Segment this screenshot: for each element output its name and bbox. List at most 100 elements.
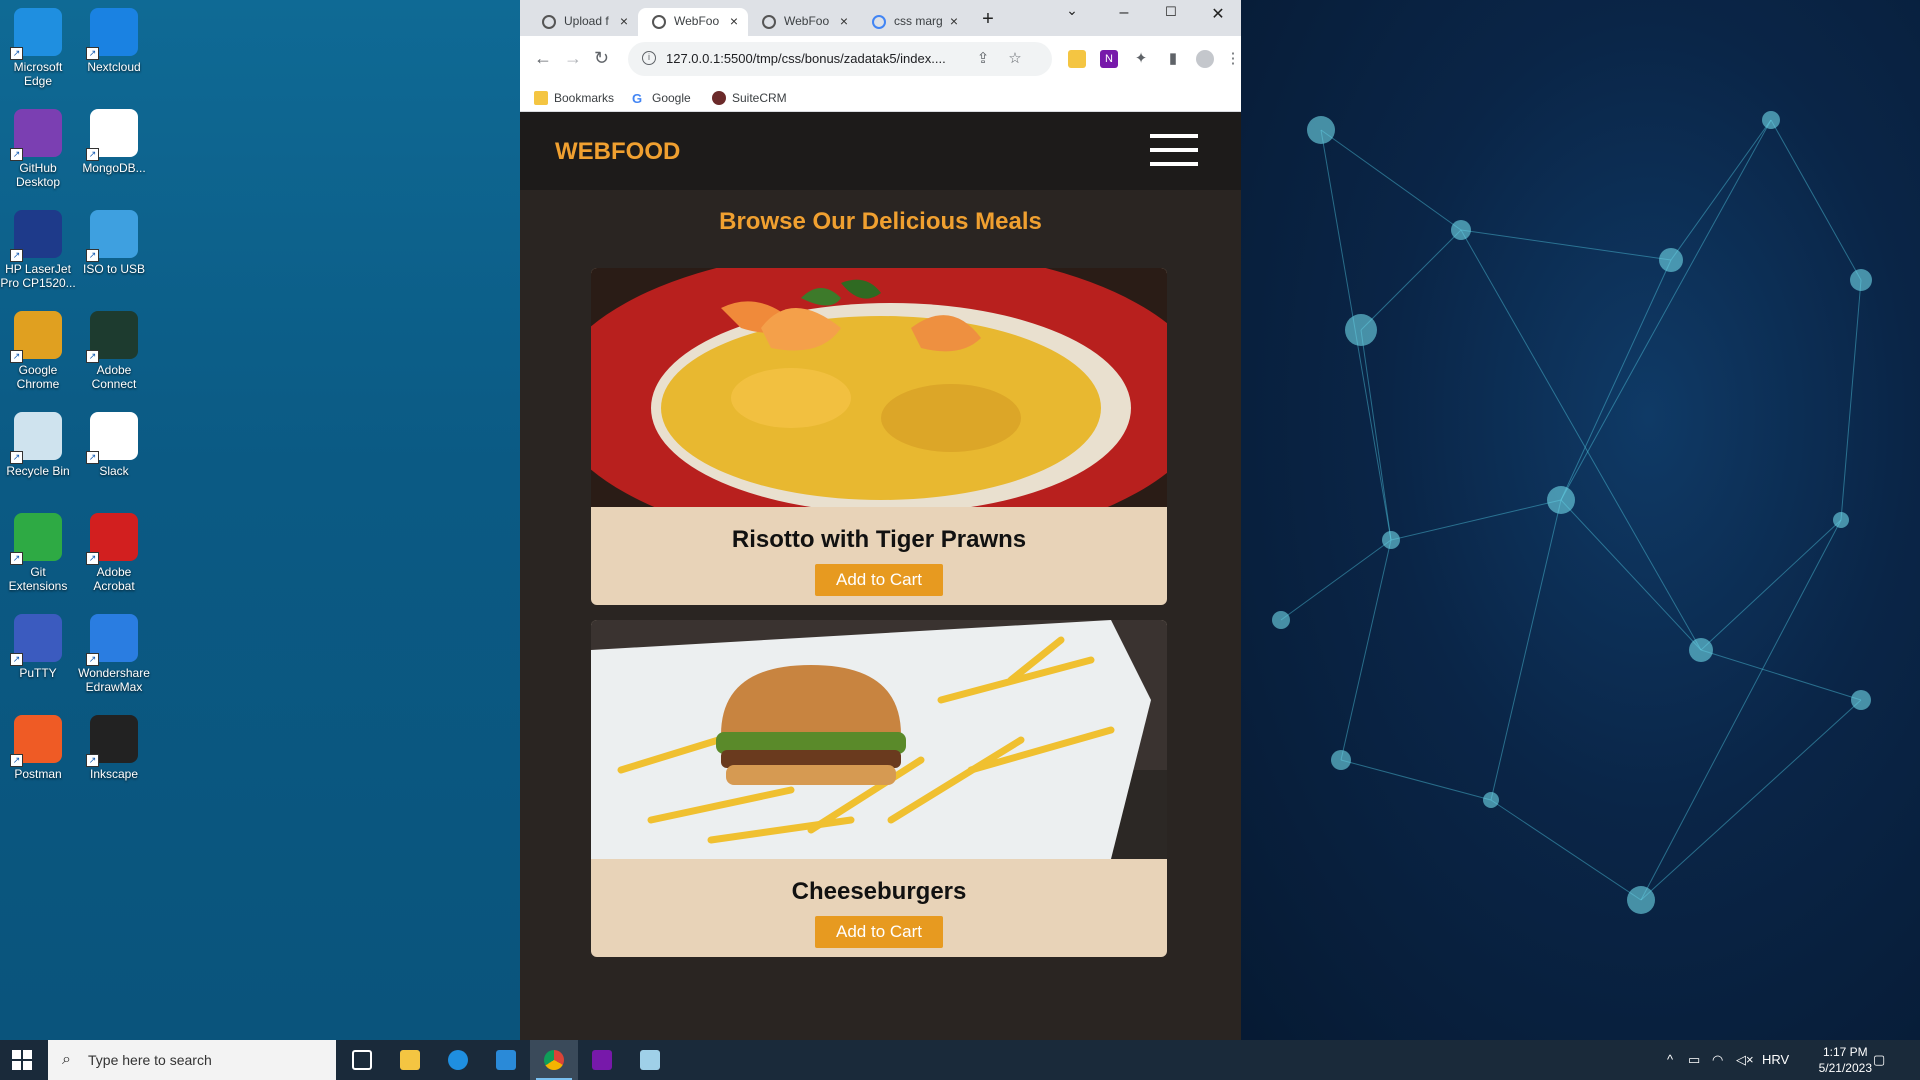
desktop-shortcut-label: Postman bbox=[14, 767, 62, 781]
desktop-shortcut[interactable]: ↗ GitHub Desktop bbox=[0, 109, 76, 189]
desktop-shortcut[interactable]: ↗ HP LaserJet Pro CP1520... bbox=[0, 210, 76, 290]
desktop-shortcut-label: Microsoft Edge bbox=[13, 60, 63, 88]
forward-button[interactable]: → bbox=[564, 48, 582, 69]
mongodb-icon: ↗ bbox=[86, 109, 138, 161]
desktop-shortcut[interactable]: ↗ PuTTY bbox=[0, 614, 76, 680]
desktop-shortcut[interactable]: ↗ MongoDB... bbox=[76, 109, 152, 175]
volume-muted-icon[interactable]: ◁× bbox=[1736, 1052, 1754, 1068]
taskbar-clock[interactable]: 1:17 PM 5/21/2023 bbox=[1819, 1044, 1872, 1076]
shortcut-arrow-icon: ↗ bbox=[10, 350, 23, 363]
close-icon[interactable]: × bbox=[840, 13, 848, 29]
url-text: 127.0.0.1:5500/tmp/css/bonus/zadatak5/in… bbox=[666, 51, 946, 66]
taskbar-onenote[interactable] bbox=[578, 1040, 626, 1080]
shortcut-arrow-icon: ↗ bbox=[10, 148, 23, 161]
windows-taskbar: ⌕ Type here to search ^ ▭ ◠ ◁× HRV 1:17 … bbox=[0, 1040, 1920, 1080]
search-icon: ⌕ bbox=[62, 1051, 71, 1068]
bookmarks-bar: Bookmarks G Google SuiteCRM bbox=[520, 86, 1241, 112]
site-logo[interactable]: WEBFOOD bbox=[555, 138, 680, 166]
desktop-shortcut[interactable]: ↗ Wondershare EdrawMax bbox=[76, 614, 152, 694]
tab-css-margin[interactable]: css marg × bbox=[858, 8, 968, 36]
shortcut-arrow-icon: ↗ bbox=[86, 653, 99, 666]
close-icon[interactable]: × bbox=[730, 13, 738, 29]
desktop-shortcut[interactable]: ↗ Slack bbox=[76, 412, 152, 478]
desktop-shortcut[interactable]: ↗ Recycle Bin bbox=[0, 412, 76, 478]
meal-name: Risotto with Tiger Prawns bbox=[731, 526, 1027, 553]
clock-date: 5/21/2023 bbox=[1818, 1061, 1872, 1075]
desktop-shortcut[interactable]: ↗ Adobe Connect bbox=[76, 311, 152, 391]
close-icon[interactable]: × bbox=[620, 13, 628, 29]
hp-printer-icon: ↗ bbox=[10, 210, 62, 262]
desktop-shortcut-label: Git Extensions bbox=[8, 565, 68, 593]
side-panel-icon[interactable]: ▮ bbox=[1164, 50, 1182, 68]
battery-icon[interactable]: ▭ bbox=[1688, 1052, 1700, 1068]
desktop-shortcut[interactable]: ↗ Inkscape bbox=[76, 715, 152, 781]
desktop-shortcut-label: Google Chrome bbox=[16, 363, 60, 391]
shortcut-arrow-icon: ↗ bbox=[10, 754, 23, 767]
putty-icon: ↗ bbox=[10, 614, 62, 666]
minimize-button[interactable]: – bbox=[1114, 4, 1134, 22]
bookmark-google[interactable]: G Google bbox=[632, 91, 691, 106]
desktop-shortcut[interactable]: ↗ Google Chrome bbox=[0, 311, 76, 391]
tray-chevron-up-icon[interactable]: ^ bbox=[1667, 1052, 1673, 1067]
taskbar-vscode[interactable] bbox=[482, 1040, 530, 1080]
vscode-icon bbox=[496, 1050, 516, 1070]
bookmark-folder[interactable]: Bookmarks bbox=[534, 91, 614, 105]
onenote-extension-icon[interactable]: N bbox=[1100, 50, 1118, 68]
close-window-button[interactable]: ✕ bbox=[1208, 4, 1228, 24]
language-indicator[interactable]: HRV bbox=[1762, 1052, 1789, 1067]
postman-icon: ↗ bbox=[10, 715, 62, 767]
hamburger-menu-icon[interactable] bbox=[1150, 134, 1200, 170]
desktop-shortcut[interactable]: ↗ ISO to USB bbox=[76, 210, 152, 276]
tab-webfood[interactable]: WebFoo × bbox=[748, 8, 858, 36]
taskbar-search-box[interactable]: ⌕ Type here to search bbox=[48, 1040, 336, 1080]
inkscape-icon: ↗ bbox=[86, 715, 138, 767]
add-to-cart-button[interactable]: Add to Cart bbox=[815, 564, 943, 596]
desktop-shortcut-label: GitHub Desktop bbox=[15, 161, 61, 189]
desktop-shortcut[interactable]: ↗ Microsoft Edge bbox=[0, 8, 76, 88]
share-icon[interactable]: ⇪ bbox=[974, 50, 992, 68]
maximize-button[interactable]: ☐ bbox=[1161, 4, 1181, 20]
taskbar-chrome[interactable] bbox=[530, 1040, 578, 1080]
desktop-shortcut-label: MongoDB... bbox=[82, 161, 146, 175]
reload-button[interactable]: ↻ bbox=[594, 48, 609, 69]
tab-upload[interactable]: Upload f × bbox=[528, 8, 638, 36]
meal-card: Cheeseburgers Add to Cart bbox=[591, 620, 1167, 957]
address-bar[interactable]: i 127.0.0.1:5500/tmp/css/bonus/zadatak5/… bbox=[628, 42, 1052, 76]
shortcut-arrow-icon: ↗ bbox=[86, 552, 99, 565]
bookmark-suitecrm[interactable]: SuiteCRM bbox=[712, 91, 787, 105]
desktop-shortcut[interactable]: ↗ Adobe Acrobat bbox=[76, 513, 152, 593]
app-icon bbox=[640, 1050, 660, 1070]
taskbar-file-explorer[interactable] bbox=[386, 1040, 434, 1080]
tab-search-chevron-icon[interactable]: ⌄ bbox=[1062, 2, 1082, 19]
desktop-shortcut[interactable]: ↗ Postman bbox=[0, 715, 76, 781]
back-button[interactable]: ← bbox=[534, 48, 552, 69]
close-icon[interactable]: × bbox=[950, 13, 958, 29]
tab-webfood-active[interactable]: WebFoo × bbox=[638, 8, 748, 36]
new-tab-button[interactable]: + bbox=[978, 8, 998, 31]
desktop-shortcut[interactable]: ↗ Nextcloud bbox=[76, 8, 152, 74]
desktop-shortcut-label: PuTTY bbox=[19, 666, 57, 680]
taskbar-app[interactable] bbox=[626, 1040, 674, 1080]
task-view-button[interactable] bbox=[338, 1040, 386, 1080]
shortcut-arrow-icon: ↗ bbox=[10, 552, 23, 565]
desktop-shortcut-label: Slack bbox=[99, 464, 129, 478]
add-to-cart-button[interactable]: Add to Cart bbox=[815, 916, 943, 948]
menu-kebab-icon[interactable]: ⋮ bbox=[1224, 50, 1242, 68]
bookmark-star-icon[interactable]: ☆ bbox=[1006, 50, 1024, 68]
taskbar-edge[interactable] bbox=[434, 1040, 482, 1080]
notifications-icon[interactable]: ▢ bbox=[1873, 1052, 1885, 1068]
site-info-icon[interactable]: i bbox=[642, 51, 656, 65]
profile-avatar-icon[interactable] bbox=[1196, 50, 1214, 68]
extensions-puzzle-icon[interactable]: ✦ bbox=[1132, 50, 1150, 68]
chrome-icon: ↗ bbox=[10, 311, 62, 363]
edrawmax-icon: ↗ bbox=[86, 614, 138, 666]
desktop-shortcut[interactable]: ↗ Git Extensions bbox=[0, 513, 76, 593]
extension-yellow-icon[interactable] bbox=[1068, 50, 1086, 68]
wifi-icon[interactable]: ◠ bbox=[1712, 1052, 1723, 1068]
folder-icon bbox=[400, 1050, 420, 1070]
nextcloud-icon: ↗ bbox=[86, 8, 138, 60]
suitecrm-icon bbox=[712, 91, 726, 105]
windows-start-icon[interactable] bbox=[12, 1050, 32, 1070]
network-graphic bbox=[1272, 111, 1872, 914]
site-header: WEBFOOD bbox=[520, 112, 1241, 190]
